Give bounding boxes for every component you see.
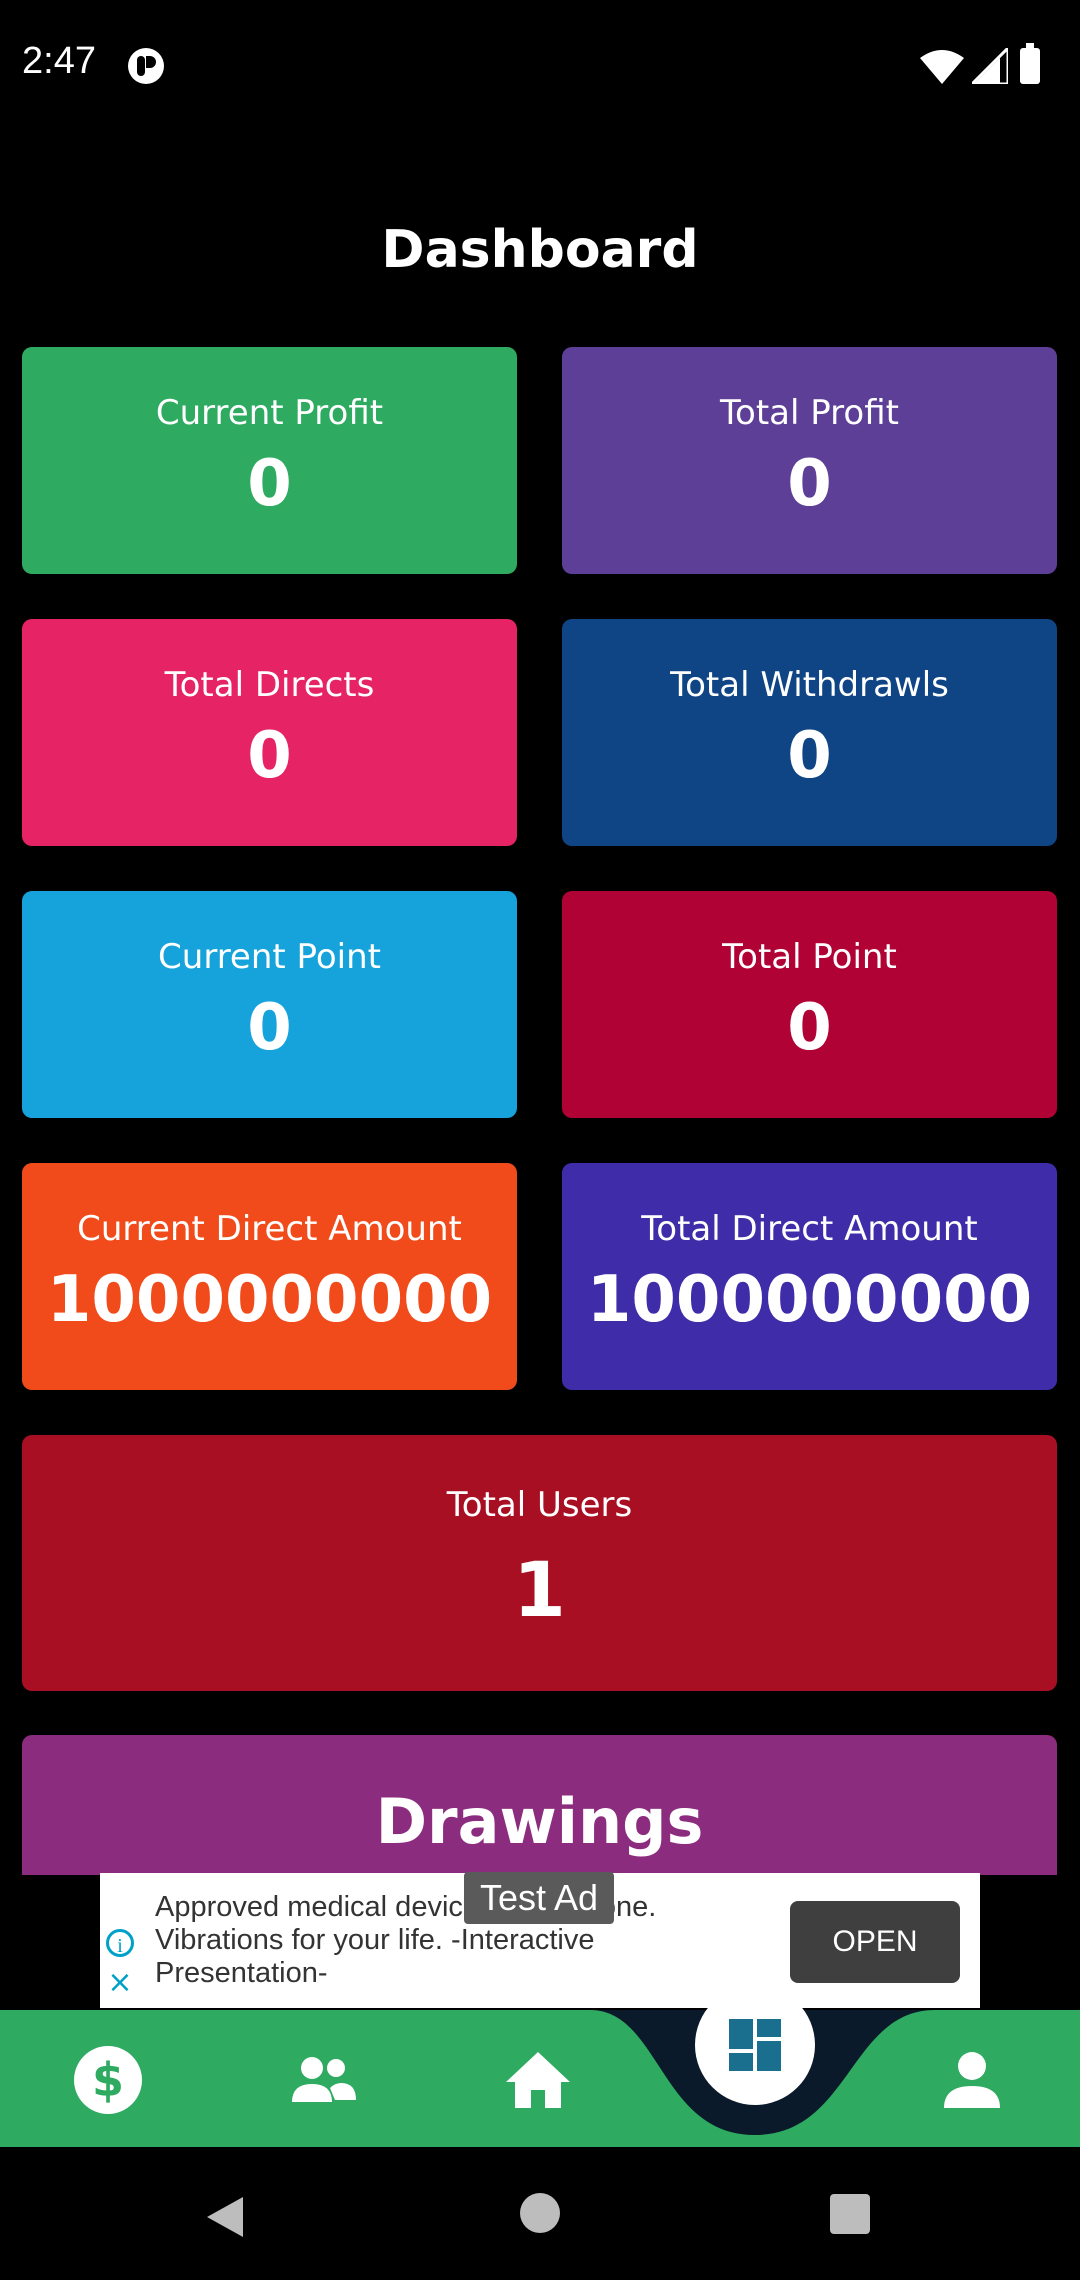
close-icon[interactable]: × [106,1968,134,1998]
card-value: 0 [787,719,832,793]
bottom-nav: $ [0,2010,1080,2147]
card-value: 1 [513,1545,566,1634]
current-direct-amount-card[interactable]: Current Direct Amount 1000000000 [22,1163,517,1390]
app-notification-icon [128,48,164,84]
dashboard-fab[interactable] [695,1985,815,2105]
card-value: 0 [247,719,292,793]
users-icon[interactable] [283,2040,363,2120]
card-value: 0 [247,991,292,1065]
card-label: Total Users [446,1485,633,1525]
card-value: 0 [787,991,832,1065]
total-directs-card[interactable]: Total Directs 0 [22,619,517,846]
card-value: 1000000000 [586,1263,1033,1337]
page-title: Dashboard [381,220,699,280]
card-label: Current Direct Amount [77,1209,462,1249]
current-profit-card[interactable]: Current Profit 0 [22,347,517,574]
test-ad-badge: Test Ad [464,1872,614,1924]
home-button-icon[interactable] [520,2193,560,2233]
card-value: 1000000000 [46,1263,493,1337]
card-label: Current Point [158,937,381,977]
home-icon[interactable] [498,2040,578,2120]
card-label: Total Direct Amount [641,1209,978,1249]
battery-icon [1020,43,1040,84]
status-bar: 2:47 [0,0,1080,130]
card-label: Drawings [375,1785,704,1858]
signal-icon [972,48,1008,84]
total-profit-card[interactable]: Total Profit 0 [562,347,1057,574]
card-label: Total Directs [164,665,375,705]
total-point-card[interactable]: Total Point 0 [562,891,1057,1118]
svg-text:$: $ [92,2053,124,2107]
status-icons [920,43,1060,86]
recents-icon[interactable] [830,2194,870,2234]
drawings-card[interactable]: Drawings [22,1735,1057,1875]
card-value: 0 [247,447,292,521]
card-label: Total Point [722,937,897,977]
profile-icon[interactable] [932,2040,1012,2120]
card-label: Current Profit [155,393,384,433]
status-time: 2:47 [22,40,96,82]
dollar-icon[interactable]: $ [68,2040,148,2120]
current-point-card[interactable]: Current Point 0 [22,891,517,1118]
card-label: Total Profit [720,393,899,433]
info-icon[interactable]: i [106,1929,134,1957]
ad-text: Approved medical device for everyone. Vi… [155,1891,657,1989]
wifi-icon [920,50,964,84]
card-value: 0 [787,447,832,521]
total-direct-amount-card[interactable]: Total Direct Amount 1000000000 [562,1163,1057,1390]
ad-open-button[interactable]: OPEN [790,1901,960,1983]
system-nav-bar [0,2147,1080,2280]
back-icon[interactable] [205,2195,245,2239]
total-withdrawls-card[interactable]: Total Withdrawls 0 [562,619,1057,846]
card-label: Total Withdrawls [670,665,949,705]
total-users-card[interactable]: Total Users 1 [22,1435,1057,1691]
dashboard-icon [729,2019,781,2071]
